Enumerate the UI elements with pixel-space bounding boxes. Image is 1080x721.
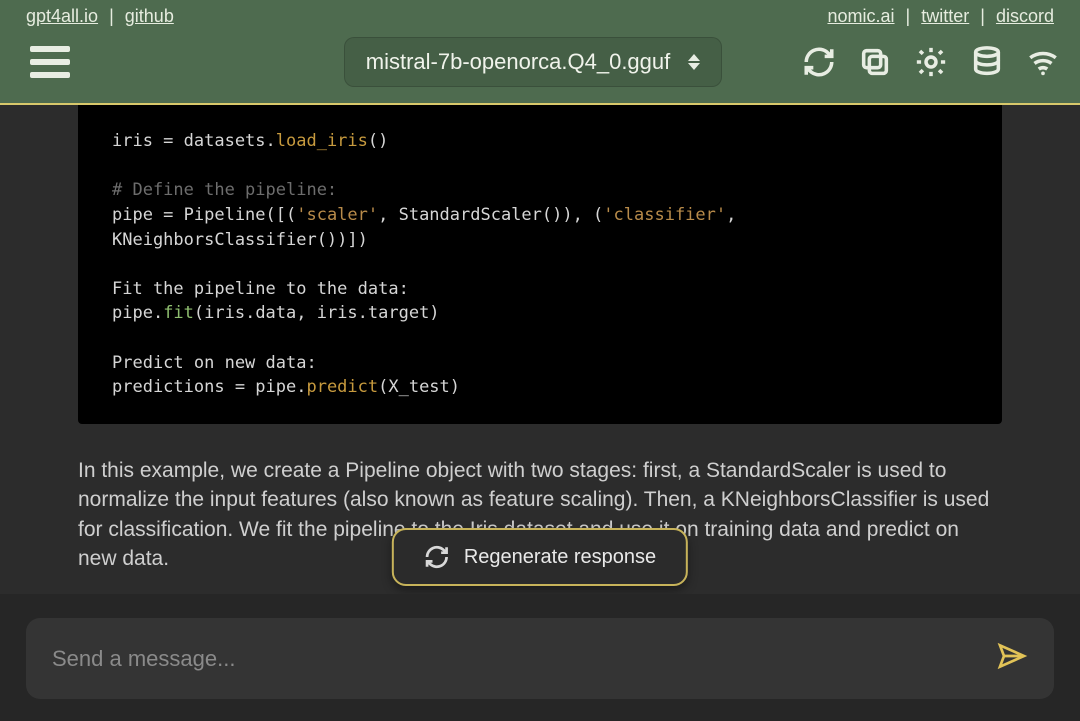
- code-text: KNeighborsClassifier())]): [112, 230, 368, 250]
- toolbar: mistral-7b-openorca.Q4_0.gguf: [0, 29, 1080, 103]
- code-text: Fit the pipeline to the data:: [112, 279, 409, 299]
- refresh-icon: [424, 544, 450, 570]
- topbar: gpt4all.io | github nomic.ai | twitter |…: [0, 0, 1080, 105]
- links-left: gpt4all.io | github: [26, 6, 174, 27]
- code-text: predictions = pipe.: [112, 377, 306, 397]
- code-method: load_iris: [276, 131, 368, 151]
- message-input-bar: [26, 618, 1054, 699]
- code-string: 'classifier': [603, 205, 726, 225]
- send-icon: [996, 640, 1028, 672]
- link-gpt4all[interactable]: gpt4all.io: [26, 6, 98, 26]
- chevron-updown-icon: [688, 54, 700, 70]
- code-text: , StandardScaler()), (: [378, 205, 603, 225]
- input-footer: [0, 594, 1080, 721]
- links-right: nomic.ai | twitter | discord: [827, 6, 1054, 27]
- code-string: 'scaler': [296, 205, 378, 225]
- code-text: ,: [726, 205, 736, 225]
- code-text: (X_test): [378, 377, 460, 397]
- message-input[interactable]: [52, 646, 996, 672]
- model-selector[interactable]: mistral-7b-openorca.Q4_0.gguf: [344, 37, 723, 87]
- code-text: pipe.: [112, 303, 163, 323]
- code-comment: # Define the pipeline:: [112, 180, 337, 200]
- copy-icon[interactable]: [858, 45, 892, 79]
- separator: |: [906, 6, 911, 26]
- header-link-row: gpt4all.io | github nomic.ai | twitter |…: [0, 0, 1080, 29]
- link-github[interactable]: github: [125, 6, 174, 26]
- menu-button[interactable]: [20, 40, 80, 84]
- app-window: gpt4all.io | github nomic.ai | twitter |…: [0, 0, 1080, 721]
- code-method: fit: [163, 303, 194, 323]
- database-icon[interactable]: [970, 45, 1004, 79]
- code-method: predict: [306, 377, 378, 397]
- regenerate-label: Regenerate response: [464, 546, 656, 569]
- link-nomic[interactable]: nomic.ai: [827, 6, 894, 26]
- separator: |: [980, 6, 985, 26]
- model-name: mistral-7b-openorca.Q4_0.gguf: [366, 49, 671, 75]
- send-button[interactable]: [996, 640, 1028, 677]
- code-text: pipe = Pipeline([(: [112, 205, 296, 225]
- code-text: (): [368, 131, 388, 151]
- code-text: iris = datasets.: [112, 131, 276, 151]
- code-text: Predict on new data:: [112, 353, 317, 373]
- link-discord[interactable]: discord: [996, 6, 1054, 26]
- code-text: (iris.data, iris.target): [194, 303, 440, 323]
- reload-icon[interactable]: [802, 45, 836, 79]
- wifi-icon[interactable]: [1026, 45, 1060, 79]
- link-twitter[interactable]: twitter: [921, 6, 969, 26]
- code-block: iris = datasets.load_iris() # Define the…: [78, 105, 1002, 424]
- toolbar-icons: [802, 45, 1060, 79]
- chat-content: iris = datasets.load_iris() # Define the…: [0, 105, 1080, 594]
- separator: |: [109, 6, 114, 26]
- regenerate-button[interactable]: Regenerate response: [392, 528, 688, 586]
- gear-icon[interactable]: [914, 45, 948, 79]
